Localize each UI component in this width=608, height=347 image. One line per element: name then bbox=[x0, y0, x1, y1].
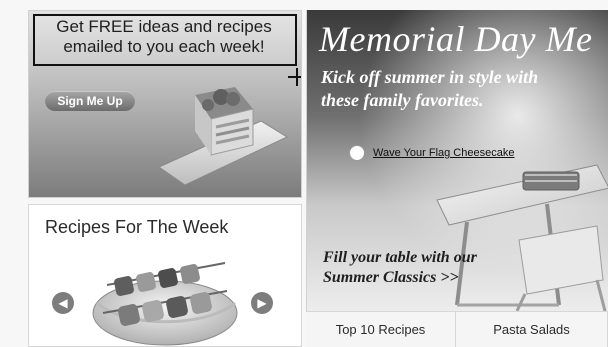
dessert-cup-icon bbox=[349, 145, 365, 161]
summer-classics-link[interactable]: Fill your table with our Summer Classics… bbox=[323, 248, 543, 288]
hero-cta-line2: Summer Classics >> bbox=[323, 269, 459, 286]
kabob-recipe-image bbox=[92, 262, 238, 346]
hero-subtitle: Kick off summer in style with these fami… bbox=[321, 66, 608, 112]
newsletter-signup-promo: Get FREE ideas and recipes emailed to yo… bbox=[28, 10, 302, 198]
dessert-image bbox=[157, 87, 289, 186]
hero-title: Memorial Day Me bbox=[319, 19, 593, 59]
sign-me-up-button[interactable]: Sign Me Up bbox=[45, 91, 135, 111]
memorial-day-hero: Memorial Day Me Kick off summer in style… bbox=[306, 10, 608, 311]
hero-subtitle-line1: Kick off summer in style with bbox=[321, 67, 539, 87]
previous-recipe-button[interactable]: ◀ bbox=[52, 292, 74, 314]
page: Get FREE ideas and recipes emailed to yo… bbox=[0, 0, 608, 347]
promo-headline-line1: Get FREE ideas and recipes bbox=[56, 17, 272, 36]
recipes-for-the-week-title: Recipes For The Week bbox=[45, 217, 229, 237]
promo-headline-line2: emailed to you each week! bbox=[63, 37, 265, 56]
tab-top-10-recipes[interactable]: Top 10 Recipes bbox=[306, 312, 456, 347]
tab-pasta-salads[interactable]: Pasta Salads bbox=[456, 312, 608, 347]
recipes-for-the-week-card: Recipes For The Week ◀ ▶ bbox=[28, 204, 302, 347]
recipe-tabs: Top 10 Recipes Pasta Salads bbox=[306, 311, 608, 347]
next-recipe-button[interactable]: ▶ bbox=[251, 292, 273, 314]
promo-headline: Get FREE ideas and recipes emailed to yo… bbox=[41, 17, 287, 57]
chevron-left-icon: ◀ bbox=[58, 296, 68, 310]
chevron-right-icon: ▶ bbox=[257, 296, 267, 310]
hero-cta-line1: Fill your table with our bbox=[323, 249, 477, 266]
hero-subtitle-line2: these family favorites. bbox=[321, 90, 484, 110]
